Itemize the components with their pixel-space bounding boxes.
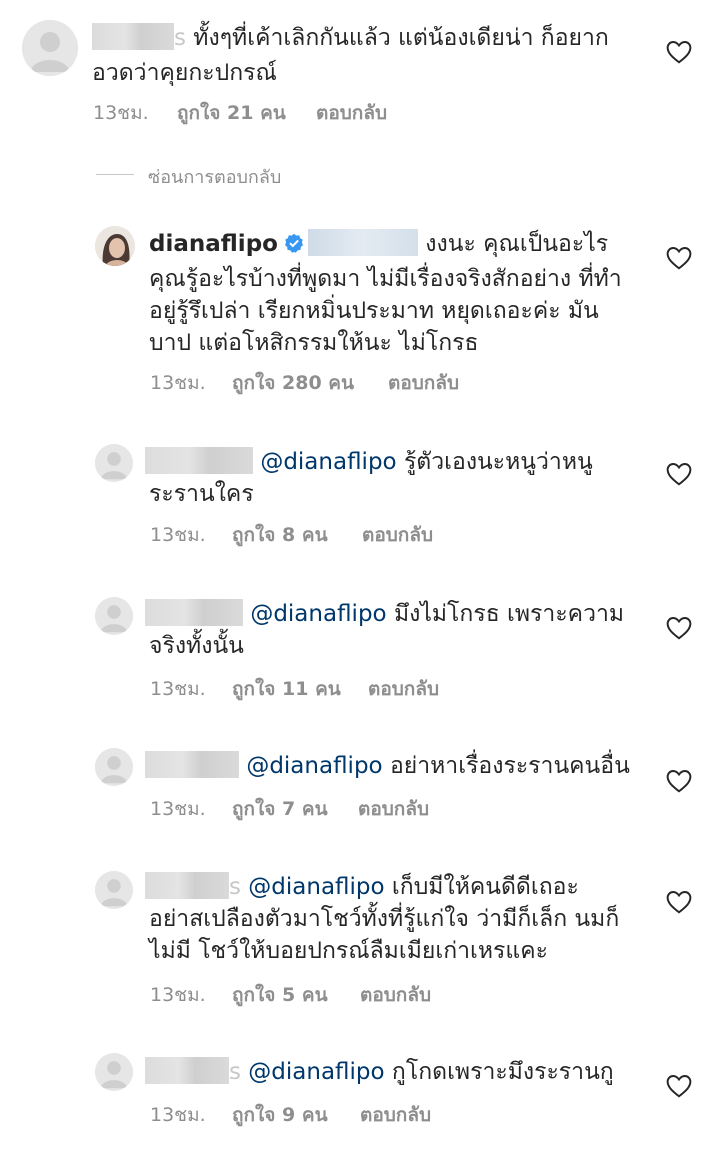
comment-text: กูโกดเพราะมึงระรานกู bbox=[391, 1059, 614, 1085]
username-suffix[interactable]: s bbox=[229, 1059, 241, 1085]
default-avatar-icon bbox=[95, 748, 133, 786]
commenter-avatar[interactable] bbox=[95, 871, 133, 909]
comment-body: @dianaflipo รู้ตัวเองนะหนูว่าหนู bbox=[145, 444, 593, 480]
comment-time: 13ชม. bbox=[150, 984, 206, 1006]
like-count-link[interactable]: ถูกใจ 9 คน bbox=[232, 1100, 328, 1130]
comment-meta: 13ชม. ถูกใจ 8 คน ตอบกลับ bbox=[150, 520, 450, 546]
default-avatar-icon bbox=[95, 444, 133, 482]
commenter-avatar[interactable] bbox=[22, 20, 78, 76]
heart-outline-icon[interactable] bbox=[666, 40, 692, 64]
commenter-avatar[interactable] bbox=[95, 597, 133, 635]
mention-link[interactable]: @dianaflipo bbox=[248, 874, 384, 900]
comment-text: อย่าหาเรื่องระรานคนอื่น bbox=[389, 753, 630, 779]
comment-text-line: อย่าสเปลืองตัวมาโชว์ทั้งที่รู้แก่ใจ ว่าม… bbox=[149, 906, 620, 932]
comment-text-line: ระรานใคร bbox=[149, 481, 254, 507]
comment-text: เก็บมีให้คนดีดีเถอะ bbox=[391, 874, 579, 900]
default-avatar-icon bbox=[95, 871, 133, 909]
comment-text-line: บาป แต่อโหสิกรรมให้นะ ไม่โกรธ bbox=[149, 330, 479, 356]
comment-body: s ทั้งๆที่เค้าเลิกกันแล้ว แต่น้องเดียน่า… bbox=[92, 20, 609, 56]
comment-body: @dianaflipo อย่าหาเรื่องระรานคนอื่น bbox=[145, 748, 630, 784]
redacted-username[interactable] bbox=[145, 447, 253, 474]
comment-meta: 13ชม. ถูกใจ 7 คน ตอบกลับ bbox=[150, 794, 450, 820]
hide-replies-line bbox=[96, 174, 134, 175]
comment-meta: 13ชม. ถูกใจ 21 คน ตอบกลับ bbox=[93, 98, 393, 124]
reply-button[interactable]: ตอบกลับ bbox=[388, 368, 459, 398]
redacted-username[interactable] bbox=[145, 599, 243, 626]
commenter-avatar[interactable] bbox=[95, 748, 133, 786]
comment-text-line: คุณรู้อะไรบ้างที่พูดมา ไม่มีเรื่องจริงสั… bbox=[149, 266, 622, 292]
comment-text-line: จริงทั้งนั้น bbox=[149, 633, 244, 659]
comment-time: 13ชม. bbox=[150, 372, 206, 394]
dianaflipo-avatar[interactable] bbox=[95, 226, 135, 266]
verified-badge-icon bbox=[284, 233, 303, 253]
comment-body: s @dianaflipo กูโกดเพราะมึงระรานกู bbox=[145, 1054, 614, 1090]
heart-outline-icon[interactable] bbox=[666, 246, 692, 270]
like-count-link[interactable]: ถูกใจ 8 คน bbox=[232, 520, 328, 550]
username-dianaflipo[interactable]: dianaflipo bbox=[149, 231, 278, 257]
heart-outline-icon[interactable] bbox=[666, 1074, 692, 1098]
redacted-username[interactable] bbox=[92, 23, 174, 50]
hide-replies-button[interactable]: ซ่อนการตอบกลับ bbox=[148, 162, 281, 191]
comment-text-line: ไม่มี โชว์ให้บอยปกรณ์ลืมเมียเก่าเหรแคะ bbox=[149, 938, 548, 964]
like-count-link[interactable]: ถูกใจ 11 คน bbox=[232, 674, 341, 704]
profile-photo-icon bbox=[95, 226, 135, 266]
comment-time: 13ชม. bbox=[150, 678, 206, 700]
comment-time: 13ชม. bbox=[150, 798, 206, 820]
reply-button[interactable]: ตอบกลับ bbox=[362, 520, 433, 550]
comment-text: งงนะ คุณเป็นอะไร bbox=[425, 231, 609, 257]
mention-link[interactable]: @dianaflipo bbox=[246, 753, 382, 779]
username-suffix[interactable]: s bbox=[229, 874, 241, 900]
comment-meta: 13ชม. ถูกใจ 280 คน ตอบกลับ bbox=[150, 368, 480, 394]
redacted-mention[interactable] bbox=[307, 229, 418, 256]
like-count-link[interactable]: ถูกใจ 5 คน bbox=[232, 980, 328, 1010]
comment-time: 13ชม. bbox=[150, 524, 206, 546]
reply-button[interactable]: ตอบกลับ bbox=[358, 794, 429, 824]
default-avatar-icon bbox=[95, 597, 133, 635]
comment-body: s @dianaflipo เก็บมีให้คนดีดีเถอะ bbox=[145, 869, 579, 905]
mention-link[interactable]: @dianaflipo bbox=[248, 1059, 384, 1085]
comment-text-line: อวดว่าคุยกะปกรณ์ bbox=[92, 60, 277, 86]
redacted-username[interactable] bbox=[145, 751, 239, 778]
default-avatar-icon bbox=[95, 1053, 133, 1091]
redacted-username[interactable] bbox=[145, 872, 229, 899]
reply-button[interactable]: ตอบกลับ bbox=[360, 1100, 431, 1130]
commenter-avatar[interactable] bbox=[95, 444, 133, 482]
comment-text: รู้ตัวเองนะหนูว่าหนู bbox=[403, 449, 593, 475]
comment-body: dianaflipo งงนะ คุณเป็นอะไร bbox=[149, 226, 608, 262]
redacted-username[interactable] bbox=[145, 1057, 229, 1084]
mention-link[interactable]: @dianaflipo bbox=[250, 601, 386, 627]
comment-text: มึงไม่โกรธ เพราะความ bbox=[393, 601, 625, 627]
like-count-link[interactable]: ถูกใจ 7 คน bbox=[232, 794, 328, 824]
heart-outline-icon[interactable] bbox=[666, 769, 692, 793]
comment-text: ทั้งๆที่เค้าเลิกกันแล้ว แต่น้องเดียน่า ก… bbox=[193, 25, 609, 51]
mention-link[interactable]: @dianaflipo bbox=[260, 449, 396, 475]
heart-outline-icon[interactable] bbox=[666, 462, 692, 486]
like-count-link[interactable]: ถูกใจ 280 คน bbox=[232, 368, 354, 398]
comment-body: @dianaflipo มึงไม่โกรธ เพราะความ bbox=[145, 596, 624, 632]
comment-text-line: อยู่รู้รึเปล่า เรียกหมิ่นประมาท หยุดเถอะ… bbox=[149, 298, 599, 324]
reply-button[interactable]: ตอบกลับ bbox=[368, 674, 439, 704]
reply-button[interactable]: ตอบกลับ bbox=[360, 980, 431, 1010]
comment-time: 13ชม. bbox=[150, 1104, 206, 1126]
default-avatar-icon bbox=[22, 20, 78, 76]
comment-meta: 13ชม. ถูกใจ 11 คน ตอบกลับ bbox=[150, 674, 470, 700]
comment-time: 13ชม. bbox=[93, 102, 149, 124]
heart-outline-icon[interactable] bbox=[666, 616, 692, 640]
username-suffix[interactable]: s bbox=[174, 25, 186, 51]
comment-meta: 13ชม. ถูกใจ 9 คน ตอบกลับ bbox=[150, 1100, 470, 1126]
heart-outline-icon[interactable] bbox=[666, 890, 692, 914]
like-count-link[interactable]: ถูกใจ 21 คน bbox=[177, 98, 286, 128]
comment-meta: 13ชม. ถูกใจ 5 คน ตอบกลับ bbox=[150, 980, 470, 1006]
commenter-avatar[interactable] bbox=[95, 1053, 133, 1091]
reply-button[interactable]: ตอบกลับ bbox=[316, 98, 387, 128]
